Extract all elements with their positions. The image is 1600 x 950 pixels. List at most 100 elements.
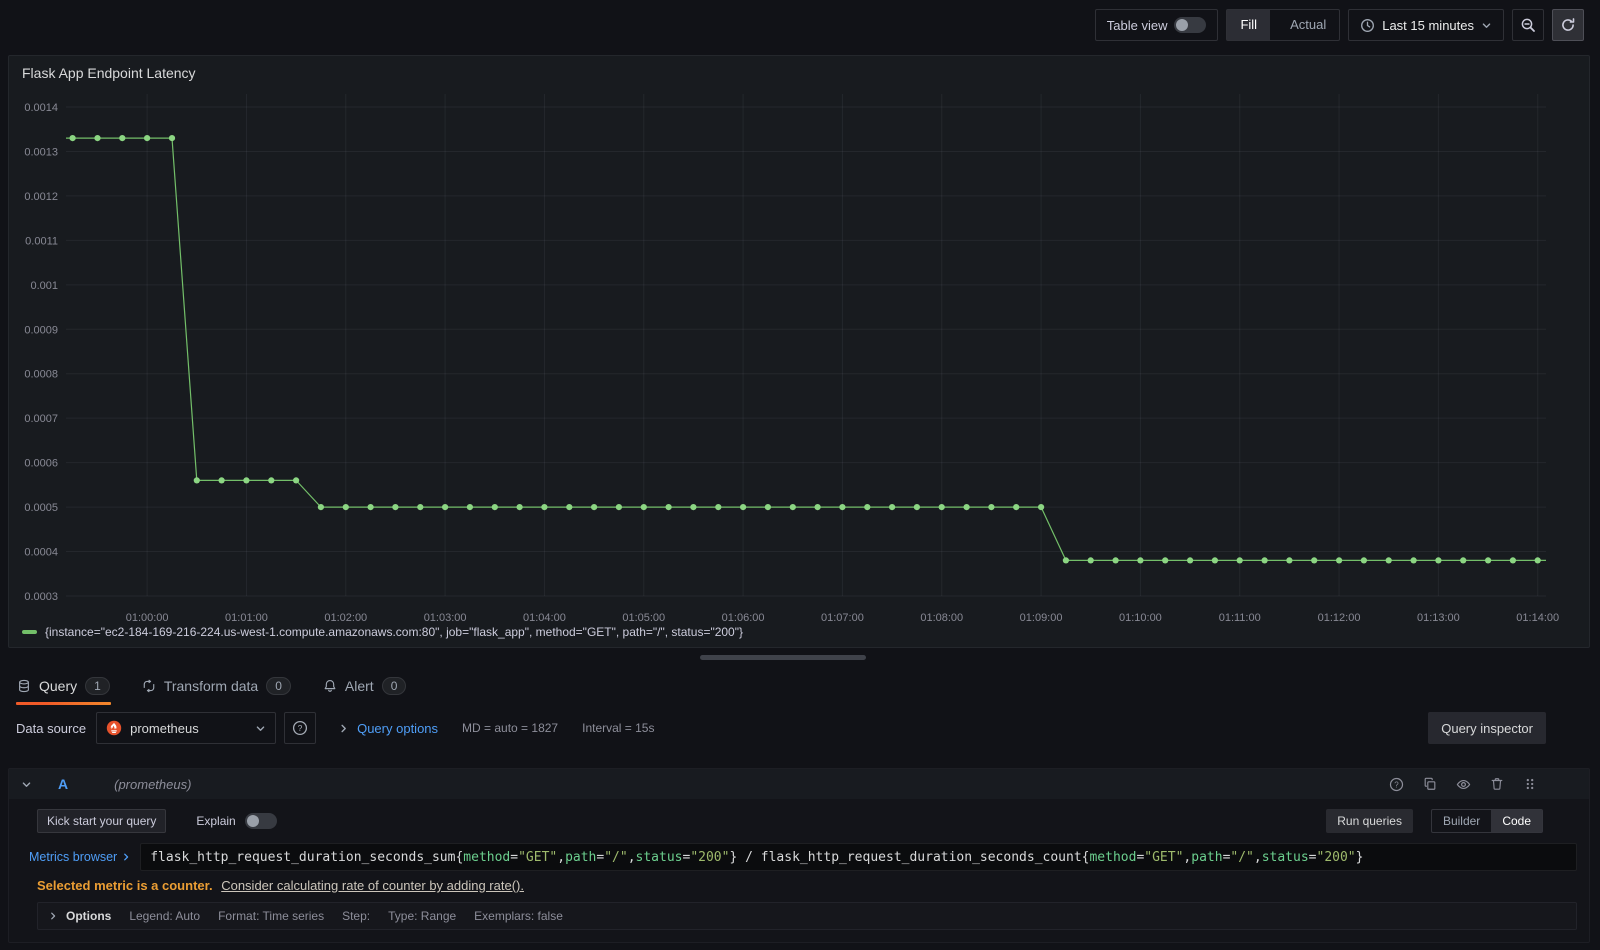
svg-text:0.0013: 0.0013 bbox=[24, 146, 58, 158]
datasource-label: Data source bbox=[16, 720, 87, 736]
toggle-knob bbox=[246, 815, 259, 827]
svg-text:0.0007: 0.0007 bbox=[24, 413, 58, 425]
datasource-row: Data source prometheus ? Query options M… bbox=[16, 712, 1546, 744]
expression-row: Metrics browser flask_http_request_durat… bbox=[21, 843, 1577, 871]
legend-series-swatch-icon bbox=[22, 630, 37, 634]
svg-text:0.0005: 0.0005 bbox=[24, 502, 58, 514]
option-legend: Legend: Auto bbox=[129, 909, 201, 923]
code-option[interactable]: Code bbox=[1491, 810, 1542, 832]
panel-title: Flask App Endpoint Latency bbox=[22, 65, 196, 81]
interval-text: Interval = 15s bbox=[582, 721, 655, 735]
metrics-browser-label: Metrics browser bbox=[29, 850, 118, 864]
bell-icon bbox=[323, 679, 337, 693]
query-toolbar-row: Kick start your query Explain Run querie… bbox=[37, 809, 1543, 833]
svg-text:01:03:00: 01:03:00 bbox=[424, 612, 467, 621]
zoom-out-icon bbox=[1520, 17, 1536, 33]
builder-code-switch: Builder Code bbox=[1430, 809, 1543, 833]
legend-item[interactable]: {instance="ec2-184-169-216-224.us-west-1… bbox=[22, 625, 743, 639]
svg-text:01:07:00: 01:07:00 bbox=[821, 612, 864, 621]
svg-text:01:08:00: 01:08:00 bbox=[920, 612, 963, 621]
table-view-control[interactable]: Table view bbox=[1094, 9, 1219, 41]
query-row-header[interactable]: A (prometheus) ? bbox=[9, 769, 1589, 799]
drag-handle-icon[interactable] bbox=[1523, 777, 1537, 791]
chevron-down-icon bbox=[1481, 20, 1492, 31]
time-range-picker[interactable]: Last 15 minutes bbox=[1348, 9, 1504, 41]
explain-label: Explain bbox=[196, 814, 236, 828]
refresh-button[interactable] bbox=[1552, 9, 1584, 41]
tab-transform-count-badge: 0 bbox=[266, 677, 291, 695]
svg-text:?: ? bbox=[298, 723, 303, 733]
chevron-right-icon bbox=[121, 852, 131, 862]
tab-query[interactable]: Query 1 bbox=[16, 667, 111, 705]
query-expression[interactable]: flask_http_request_duration_seconds_sum{… bbox=[140, 843, 1577, 871]
counter-warning: Selected metric is a counter. Consider c… bbox=[37, 878, 1577, 893]
transform-icon bbox=[142, 679, 156, 693]
latency-chart[interactable]: 0.0014 0.0013 0.0012 0.0011 0.001 0.0009 0.000… bbox=[9, 56, 1591, 621]
options-row[interactable]: Options Legend: Auto Format: Time series… bbox=[37, 902, 1577, 930]
svg-text:01:11:00: 01:11:00 bbox=[1219, 612, 1261, 621]
datasource-picker[interactable]: prometheus bbox=[96, 712, 277, 744]
svg-text:01:05:00: 01:05:00 bbox=[622, 612, 665, 621]
svg-text:01:12:00: 01:12:00 bbox=[1318, 612, 1361, 621]
chevron-right-icon[interactable] bbox=[48, 911, 58, 921]
fill-option[interactable]: Fill bbox=[1227, 10, 1271, 40]
toggle-knob bbox=[1176, 19, 1189, 31]
time-range-label: Last 15 minutes bbox=[1382, 17, 1474, 33]
query-help-icon[interactable]: ? bbox=[1389, 777, 1404, 792]
zoom-out-button[interactable] bbox=[1512, 9, 1544, 41]
query-datasource-hint: (prometheus) bbox=[114, 776, 192, 792]
svg-text:0.001: 0.001 bbox=[30, 280, 58, 292]
tab-alert-label: Alert bbox=[344, 678, 374, 694]
clock-icon bbox=[1360, 18, 1375, 33]
svg-text:01:06:00: 01:06:00 bbox=[722, 612, 765, 621]
svg-text:0.0012: 0.0012 bbox=[24, 191, 58, 203]
query-editor-body: Kick start your query Explain Run querie… bbox=[9, 799, 1589, 942]
tab-alert-count-badge: 0 bbox=[381, 677, 407, 695]
svg-text:01:10:00: 01:10:00 bbox=[1119, 612, 1162, 621]
collapse-chevron-icon[interactable] bbox=[21, 779, 32, 790]
max-data-points-text: MD = auto = 1827 bbox=[462, 721, 559, 735]
query-inspector-button[interactable]: Query inspector bbox=[1428, 712, 1546, 744]
duplicate-query-icon[interactable] bbox=[1423, 777, 1437, 791]
tab-alert[interactable]: Alert 0 bbox=[322, 667, 407, 705]
query-editor-card: A (prometheus) ? Kick start your query E… bbox=[8, 768, 1590, 943]
delete-query-icon[interactable] bbox=[1490, 777, 1504, 791]
datasource-help-button[interactable]: ? bbox=[284, 712, 317, 744]
query-options-toggle[interactable]: Query options bbox=[357, 721, 438, 736]
datasource-value: prometheus bbox=[130, 720, 199, 736]
svg-text:0.0011: 0.0011 bbox=[25, 235, 58, 247]
builder-option[interactable]: Builder bbox=[1432, 810, 1491, 832]
refresh-icon bbox=[1560, 17, 1576, 33]
tab-query-count-badge: 1 bbox=[85, 677, 110, 695]
kick-start-query-button[interactable]: Kick start your query bbox=[37, 809, 167, 833]
prometheus-icon bbox=[106, 720, 122, 736]
time-series-panel: 0.0014 0.0013 0.0012 0.0011 0.001 0.0009 0.000… bbox=[8, 55, 1590, 648]
toggle-visibility-icon[interactable] bbox=[1456, 777, 1471, 792]
run-queries-button[interactable]: Run queries bbox=[1326, 809, 1413, 833]
svg-text:0.0004: 0.0004 bbox=[24, 547, 58, 559]
svg-text:01:00:00: 01:00:00 bbox=[126, 612, 169, 621]
svg-text:?: ? bbox=[1394, 780, 1399, 789]
pane-resize-handle[interactable] bbox=[700, 655, 866, 660]
actual-option[interactable]: Actual bbox=[1277, 10, 1339, 40]
tab-transform-data[interactable]: Transform data 0 bbox=[141, 667, 292, 705]
database-icon bbox=[17, 679, 31, 693]
svg-text:0.0009: 0.0009 bbox=[24, 324, 58, 336]
option-exemplars: Exemplars: false bbox=[474, 909, 563, 923]
svg-text:0.0008: 0.0008 bbox=[24, 369, 58, 381]
option-type: Type: Range bbox=[388, 909, 457, 923]
chevron-down-icon bbox=[255, 723, 266, 734]
option-format: Format: Time series bbox=[218, 909, 325, 923]
svg-text:0.0014: 0.0014 bbox=[24, 102, 58, 114]
help-circle-icon: ? bbox=[292, 720, 308, 736]
svg-text:0.0006: 0.0006 bbox=[24, 458, 58, 470]
metrics-browser-toggle[interactable]: Metrics browser bbox=[21, 850, 131, 864]
warning-hint-link[interactable]: Consider calculating rate of counter by … bbox=[221, 878, 524, 893]
table-view-label: Table view bbox=[1106, 17, 1168, 33]
query-row-actions: ? bbox=[1389, 777, 1537, 792]
svg-text:01:01:00: 01:01:00 bbox=[225, 612, 268, 621]
explain-toggle[interactable] bbox=[244, 813, 277, 829]
warning-text: Selected metric is a counter. bbox=[37, 878, 213, 893]
table-view-toggle[interactable] bbox=[1174, 17, 1207, 33]
tab-transform-label: Transform data bbox=[163, 678, 259, 694]
